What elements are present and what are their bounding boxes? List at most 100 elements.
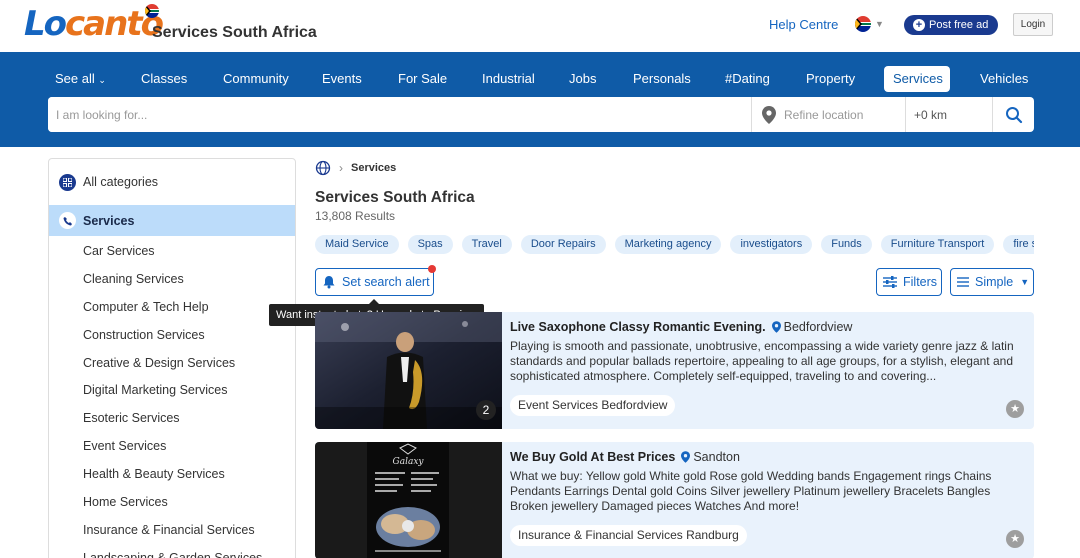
nav-for-sale[interactable]: For Sale: [389, 66, 456, 92]
listing-body: We Buy Gold At Best Prices Sandton What …: [510, 442, 1024, 514]
tag-spas[interactable]: Spas: [407, 235, 453, 254]
tag-travel[interactable]: Travel: [461, 235, 512, 254]
sidebar-all-categories[interactable]: All categories: [49, 159, 295, 205]
radius-selector[interactable]: +0 km: [906, 97, 993, 132]
listing-image[interactable]: 2: [315, 312, 502, 429]
sidebar-item-cleaning-services[interactable]: Cleaning Services: [49, 266, 295, 294]
sa-flag-icon: [145, 4, 159, 18]
sidebar-item-event-services[interactable]: Event Services: [49, 433, 295, 461]
sidebar-item-services[interactable]: Services: [49, 205, 295, 236]
tag-funds[interactable]: Funds: [821, 235, 872, 254]
location-placeholder: Refine location: [784, 107, 864, 122]
nav-industrial[interactable]: Industrial: [473, 66, 544, 92]
sidebar-item-landscaping-garden[interactable]: Landscaping & Garden Services: [49, 545, 295, 558]
sidebar-item-insurance-financial[interactable]: Insurance & Financial Services: [49, 517, 295, 545]
page-title: Services South Africa: [315, 189, 475, 206]
set-search-alert-label: Set search alert: [342, 275, 430, 289]
subcategory-list: Car Services Cleaning Services Computer …: [49, 236, 295, 558]
nav-jobs[interactable]: Jobs: [560, 66, 605, 92]
category-sidebar: All categories Services Car Services Cle…: [48, 158, 296, 558]
locanto-logo[interactable]: Locanto: [24, 4, 164, 44]
listing-body: Live Saxophone Classy Romantic Evening. …: [510, 312, 1024, 384]
listing-title[interactable]: Live Saxophone Classy Romantic Evening.: [510, 320, 766, 334]
help-centre-link[interactable]: Help Centre: [769, 17, 838, 32]
chevron-down-icon: ▼: [875, 19, 884, 29]
sidebar-item-creative-design[interactable]: Creative & Design Services: [49, 350, 295, 378]
related-tags: Maid Service Spas Travel Door Repairs Ma…: [315, 235, 1034, 255]
sa-flag-icon: [855, 16, 871, 32]
grid-icon: [59, 173, 76, 191]
search-button[interactable]: [993, 97, 1034, 132]
sliders-icon: [883, 276, 897, 288]
view-mode-select[interactable]: Simple ▼: [950, 268, 1034, 296]
search-input[interactable]: [48, 97, 752, 132]
chevron-right-icon: ›: [339, 161, 343, 175]
filters-label: Filters: [903, 275, 938, 289]
nav-classes[interactable]: Classes: [132, 66, 196, 92]
listing-location-text: Sandton: [693, 450, 740, 464]
nav-dating[interactable]: #Dating: [716, 66, 779, 92]
set-search-alert-button[interactable]: Set search alert: [315, 268, 434, 296]
sidebar-item-health-beauty[interactable]: Health & Beauty Services: [49, 461, 295, 489]
login-button[interactable]: Login: [1013, 13, 1053, 36]
listing-category-tag[interactable]: Insurance & Financial Services Randburg: [510, 525, 747, 546]
country-selector[interactable]: ▼: [855, 16, 884, 32]
sidebar-item-digital-marketing[interactable]: Digital Marketing Services: [49, 377, 295, 405]
nav-community[interactable]: Community: [214, 66, 298, 92]
listing-title-row: We Buy Gold At Best Prices Sandton: [510, 450, 1024, 464]
location-pin-icon: [681, 451, 691, 463]
post-free-ad-label: Post free ad: [929, 19, 989, 31]
listing-title[interactable]: We Buy Gold At Best Prices: [510, 450, 675, 464]
chevron-down-icon: ⌄: [98, 75, 106, 85]
site-title: Services South Africa: [152, 24, 317, 41]
listing-location-text: Bedfordview: [783, 320, 853, 334]
nav-property[interactable]: Property: [797, 66, 864, 92]
nav-vehicles[interactable]: Vehicles: [971, 66, 1037, 92]
sidebar-item-esoteric[interactable]: Esoteric Services: [49, 405, 295, 433]
sidebar-active-label: Services: [83, 213, 135, 228]
listing-card[interactable]: 2 Live Saxophone Classy Romantic Evening…: [315, 312, 1034, 429]
listing-image[interactable]: Galaxy: [315, 442, 502, 558]
filters-button[interactable]: Filters: [876, 268, 942, 296]
favorite-star-icon[interactable]: ★: [1006, 530, 1024, 548]
tag-door-repairs[interactable]: Door Repairs: [520, 235, 606, 254]
sidebar-item-car-services[interactable]: Car Services: [49, 238, 295, 266]
sidebar-all-label: All categories: [83, 175, 159, 189]
tag-furniture-transport[interactable]: Furniture Transport: [880, 235, 995, 254]
nav-see-all[interactable]: See all ⌄: [46, 66, 115, 92]
sidebar-item-home-services[interactable]: Home Services: [49, 489, 295, 517]
breadcrumb-current: Services: [351, 162, 397, 174]
search-icon: [1005, 106, 1022, 123]
sidebar-item-computer-tech[interactable]: Computer & Tech Help: [49, 294, 295, 322]
listing-card[interactable]: Galaxy We Buy Gold At Best Prices Sandto…: [315, 442, 1034, 558]
listing-description: What we buy: Yellow gold White gold Rose…: [510, 469, 992, 513]
svg-text:Galaxy: Galaxy: [393, 457, 425, 467]
tag-fire-safety[interactable]: fire safety: [1003, 235, 1034, 254]
phone-icon: [59, 212, 76, 229]
post-free-ad-button[interactable]: + Post free ad: [904, 15, 999, 35]
sidebar-item-construction[interactable]: Construction Services: [49, 322, 295, 350]
tag-investigators[interactable]: investigators: [730, 235, 813, 254]
nav-personals[interactable]: Personals: [624, 66, 700, 92]
search-bar: Refine location +0 km: [48, 97, 1034, 132]
listing-description: Playing is smooth and passionate, unobtr…: [510, 339, 1014, 383]
nav-services[interactable]: Services: [884, 66, 950, 92]
site-header: Locanto Services South Africa Help Centr…: [0, 0, 1080, 52]
globe-icon[interactable]: [315, 160, 331, 176]
nav-events[interactable]: Events: [313, 66, 371, 92]
list-icon: [957, 277, 969, 287]
image-count-badge: 2: [476, 400, 496, 420]
tag-maid-service[interactable]: Maid Service: [315, 235, 399, 254]
nav-see-all-label: See all: [55, 71, 95, 86]
location-pin-icon: [762, 105, 776, 124]
view-mode-label: Simple: [975, 275, 1014, 289]
plus-icon: +: [913, 19, 925, 31]
favorite-star-icon[interactable]: ★: [1006, 400, 1024, 418]
location-field[interactable]: Refine location: [752, 97, 906, 132]
listing-category-tag[interactable]: Event Services Bedfordview: [510, 395, 676, 416]
notification-dot: [428, 265, 436, 273]
logo-text-blue: Lo: [24, 4, 67, 44]
bell-icon: [323, 276, 335, 289]
tag-marketing-agency[interactable]: Marketing agency: [614, 235, 722, 254]
listing-title-row: Live Saxophone Classy Romantic Evening. …: [510, 320, 1024, 334]
